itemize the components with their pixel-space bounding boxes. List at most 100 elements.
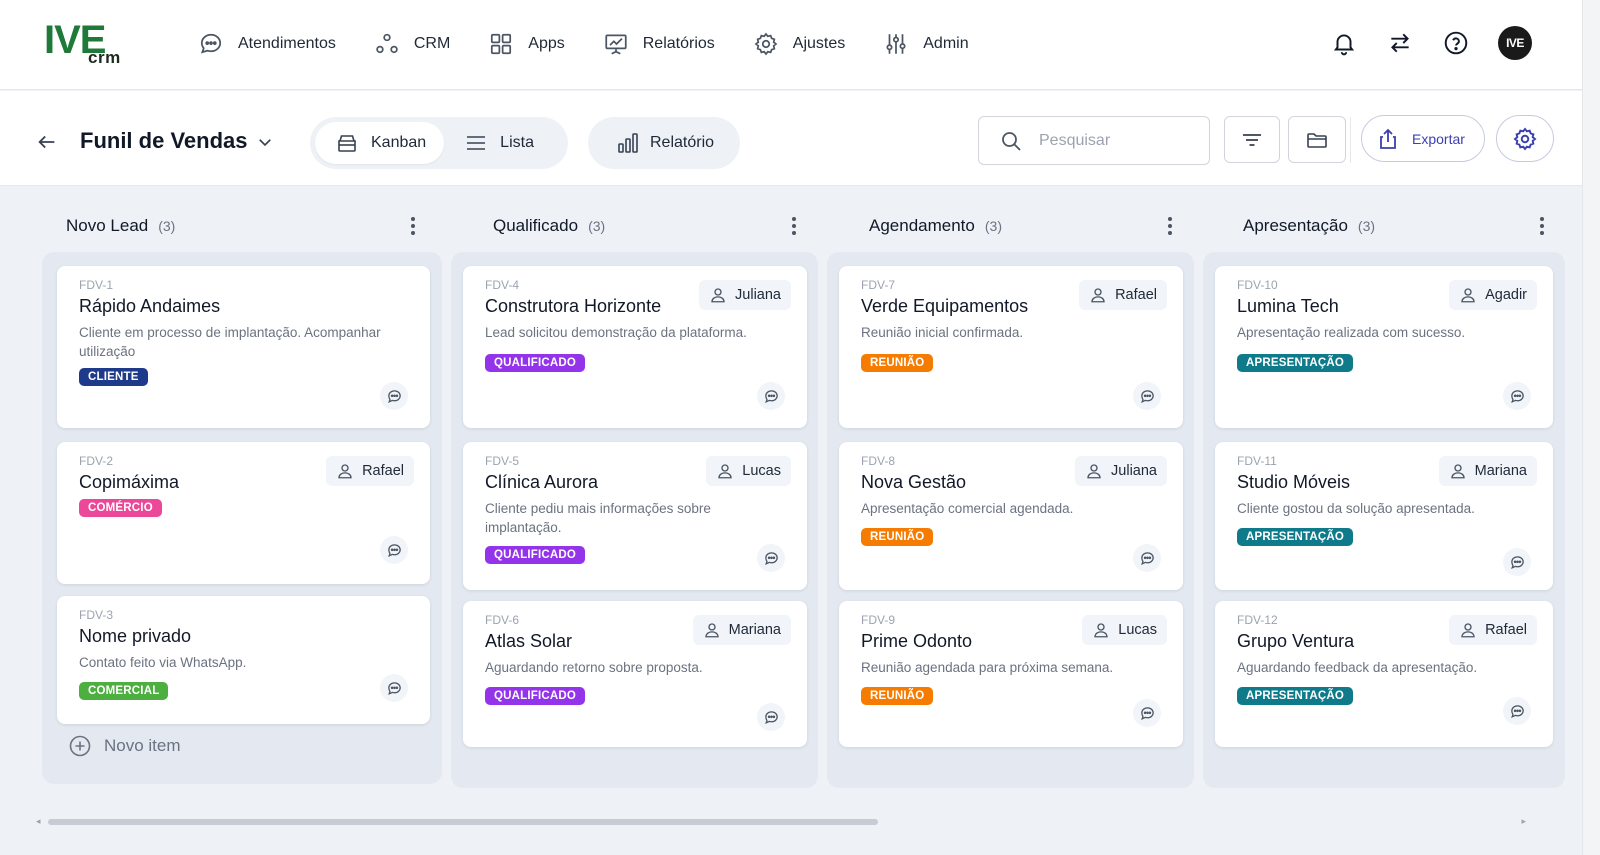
comments-button[interactable]	[757, 544, 785, 572]
user-avatar[interactable]: IVE	[1498, 26, 1532, 60]
chevron-down-icon[interactable]	[256, 133, 274, 151]
help-button[interactable]	[1442, 29, 1470, 57]
status-badge: QUALIFICADO	[485, 354, 586, 372]
column-count: (3)	[588, 218, 606, 234]
switch-account-button[interactable]	[1386, 29, 1414, 57]
filter-button[interactable]	[1224, 116, 1280, 163]
deal-card[interactable]: FDV-1 Rápido Andaimes Cliente em process…	[57, 266, 430, 428]
vertical-scrollbar[interactable]	[1582, 0, 1600, 855]
owner-chip[interactable]: Mariana	[692, 615, 791, 645]
comments-button[interactable]	[1133, 382, 1161, 410]
deal-card[interactable]: FDV-8 Nova Gestão Juliana Apresentação c…	[839, 442, 1183, 590]
deal-card[interactable]: FDV-3 Nome privado Contato feito via Wha…	[57, 596, 430, 724]
gear-icon	[754, 32, 778, 56]
list-view-button[interactable]: Lista	[444, 122, 552, 164]
scroll-right-icon[interactable]: ▸	[1521, 816, 1526, 827]
search-input[interactable]	[1039, 131, 1189, 150]
user-icon	[1091, 288, 1105, 303]
report-button[interactable]: Relatório	[588, 117, 740, 169]
more-vertical-icon[interactable]	[410, 216, 416, 236]
owner-chip[interactable]: Rafael	[326, 456, 414, 486]
kanban-view-button[interactable]: Kanban	[315, 122, 445, 164]
back-arrow-icon[interactable]	[36, 131, 58, 153]
card-id: FDV-9	[861, 613, 896, 627]
nav-item-atendimentos[interactable]: Atendimentos	[198, 28, 336, 60]
owner-name: Mariana	[1474, 463, 1527, 479]
card-description: Cliente gostou da solução apresentada.	[1237, 501, 1475, 516]
comments-button[interactable]	[1133, 544, 1161, 572]
chat-bubble-icon	[764, 710, 778, 724]
export-button[interactable]: Exportar	[1361, 115, 1485, 162]
kanban-icon	[338, 135, 356, 152]
column-body: FDV-4 Construtora Horizonte Juliana Lead…	[451, 252, 818, 788]
folder-button[interactable]	[1288, 116, 1346, 163]
nodes-icon	[376, 33, 398, 54]
user-icon	[718, 464, 732, 479]
nav-item-admin[interactable]: Admin	[883, 28, 969, 60]
card-id: FDV-11	[1237, 454, 1277, 468]
card-title: Construtora Horizonte	[485, 296, 662, 316]
owner-chip[interactable]: Lucas	[1082, 615, 1167, 645]
add-new-item-button[interactable]: Novo item	[68, 734, 181, 758]
card-id: FDV-5	[485, 454, 520, 468]
deal-card[interactable]: FDV-7 Verde Equipamentos Rafael Reunião …	[839, 266, 1183, 428]
deal-card[interactable]: FDV-10 Lumina Tech Agadir Apresentação r…	[1215, 266, 1553, 428]
deal-card[interactable]: FDV-6 Atlas Solar Mariana Aguardando ret…	[463, 601, 807, 747]
nav-item-crm[interactable]: CRM	[374, 28, 450, 60]
scroll-left-icon[interactable]: ◂	[36, 816, 41, 827]
column-count: (3)	[158, 218, 176, 234]
card-id: FDV-8	[861, 454, 896, 468]
horizontal-scrollbar[interactable]: ◂ ▸	[36, 816, 1526, 828]
card-title: Prime Odonto	[861, 631, 973, 651]
deal-card[interactable]: FDV-5 Clínica Aurora Lucas Cliente pediu…	[463, 442, 807, 590]
scrollbar-thumb[interactable]	[48, 819, 878, 825]
column-title: Qualificado	[493, 216, 579, 235]
comments-button[interactable]	[757, 382, 785, 410]
more-vertical-icon[interactable]	[1167, 216, 1173, 236]
chat-bubble-icon	[764, 389, 778, 403]
deal-card[interactable]: FDV-2 Copimáxima Rafael COMÉRCIO	[57, 442, 430, 584]
user-icon	[711, 288, 725, 303]
nav-item-ajustes[interactable]: Ajustes	[753, 28, 845, 60]
status-badge: CLIENTE	[79, 368, 148, 386]
owner-chip[interactable]: Lucas	[706, 456, 791, 486]
comments-button[interactable]	[380, 382, 408, 410]
nav-label: Admin	[923, 35, 969, 52]
owner-name: Agadir	[1485, 287, 1527, 303]
user-icon	[1094, 623, 1108, 638]
comments-button[interactable]	[1503, 548, 1531, 576]
owner-chip[interactable]: Rafael	[1079, 280, 1167, 310]
board-settings-button[interactable]	[1496, 115, 1554, 162]
deal-card[interactable]: FDV-9 Prime Odonto Lucas Reunião agendad…	[839, 601, 1183, 747]
comments-button[interactable]	[757, 703, 785, 731]
brand-logo[interactable]: IVE crm	[44, 20, 134, 67]
owner-chip[interactable]: Juliana	[1075, 456, 1167, 486]
comments-button[interactable]	[1133, 699, 1161, 727]
card-id: FDV-10	[1237, 278, 1278, 292]
nav-item-apps[interactable]: Apps	[488, 28, 565, 60]
logo-subtext: crm	[88, 48, 121, 67]
more-vertical-icon[interactable]	[791, 216, 797, 236]
bar-chart-icon	[618, 133, 638, 153]
status-badge: APRESENTAÇÃO	[1237, 528, 1354, 546]
deal-card[interactable]: FDV-4 Construtora Horizonte Juliana Lead…	[463, 266, 807, 428]
comments-button[interactable]	[1503, 382, 1531, 410]
comments-button[interactable]	[1503, 697, 1531, 725]
owner-chip[interactable]: Mariana	[1438, 456, 1537, 486]
folder-icon	[1307, 132, 1327, 148]
owner-chip[interactable]: Agadir	[1449, 280, 1537, 310]
deal-card[interactable]: FDV-11 Studio Móveis Mariana Cliente gos…	[1215, 442, 1553, 590]
owner-chip[interactable]: Juliana	[699, 280, 791, 310]
status-badge: APRESENTAÇÃO	[1237, 687, 1354, 705]
notifications-button[interactable]	[1330, 29, 1358, 57]
owner-name: Rafael	[1485, 622, 1527, 638]
nav-item-relatorios[interactable]: Relatórios	[603, 28, 715, 60]
comments-button[interactable]	[380, 536, 408, 564]
sliders-icon	[886, 34, 906, 54]
more-vertical-icon[interactable]	[1539, 216, 1545, 236]
deal-card[interactable]: FDV-12 Grupo Ventura Rafael Aguardando f…	[1215, 601, 1553, 747]
card-description: Apresentação comercial agendada.	[861, 501, 1074, 516]
comments-button[interactable]	[380, 674, 408, 702]
owner-chip[interactable]: Rafael	[1449, 615, 1537, 645]
user-icon	[1087, 464, 1101, 479]
